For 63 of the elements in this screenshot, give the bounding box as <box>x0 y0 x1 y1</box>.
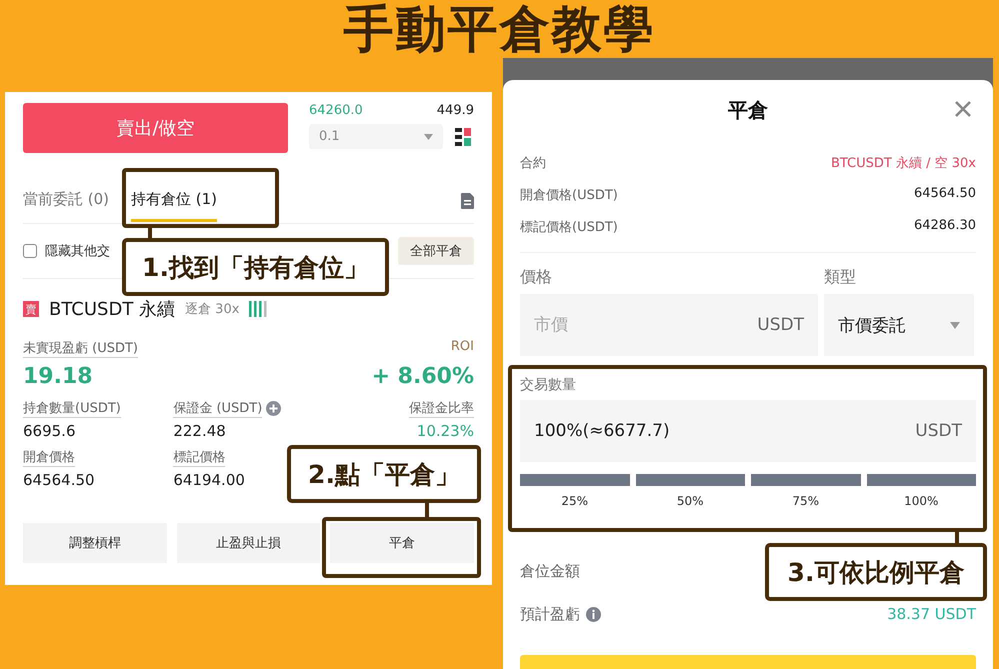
order-book-price: 64260.0 <box>309 103 363 118</box>
close-button[interactable] <box>954 100 972 118</box>
position-value-label: 倉位金額 <box>520 562 580 581</box>
stat-value: 64194.00 <box>173 471 245 489</box>
caret-icon <box>950 322 960 328</box>
stat-label: 保證金 (USDT) <box>173 399 262 418</box>
symbol-name: BTCUSDT 永續 <box>49 298 176 321</box>
pnl-label: 未實現盈虧 (USDT) <box>23 339 138 358</box>
field-label: 價格 <box>520 267 553 288</box>
field-label: 類型 <box>824 267 857 288</box>
quantity-field[interactable]: 100%(≈6677.7) USDT <box>520 400 976 462</box>
callout-label: 1.找到「持有倉位」 <box>122 238 389 296</box>
stat-label: 標記價格 <box>173 448 226 467</box>
field-label: 交易數量 <box>520 376 577 394</box>
side-badge: 賣 <box>23 301 39 317</box>
checkbox[interactable] <box>23 244 37 258</box>
stat-label: 保證金比率 <box>408 399 474 418</box>
percent-step[interactable]: 50% <box>636 474 745 508</box>
info-label: 標記價格(USDT) <box>520 219 618 236</box>
unit-label: USDT <box>915 421 962 441</box>
pnl-estimate-value: 38.37 USDT <box>887 605 976 624</box>
stat-label: 開倉價格 <box>23 448 75 467</box>
document-icon[interactable] <box>461 192 474 208</box>
pnl-value: 19.18 <box>23 364 93 389</box>
roi-value: + 8.60% <box>372 364 474 389</box>
order-book-layout-icon[interactable] <box>455 128 471 146</box>
tab[interactable]: 持有倉位 (1) <box>131 190 218 222</box>
stat-value: 222.48 <box>173 422 226 440</box>
callout-label: 3.可依比例平倉 <box>765 543 987 601</box>
action-button[interactable]: 調整槓桿 <box>23 523 167 563</box>
close-all-button[interactable]: 全部平倉 <box>398 237 474 265</box>
price-input[interactable]: 市價 <box>534 294 758 356</box>
action-button[interactable]: 止盈與止損 <box>176 523 320 563</box>
info-icon[interactable] <box>586 607 601 622</box>
order-book-amount: 449.9 <box>436 103 474 118</box>
stat-value: 10.23% <box>416 422 474 440</box>
price-field[interactable]: 市價 USDT <box>520 294 818 356</box>
percent-step[interactable]: 75% <box>751 474 860 508</box>
margin-mode: 逐倉 30x <box>185 301 240 318</box>
signal-bars-icon <box>249 301 268 317</box>
caret-icon <box>424 134 433 140</box>
action-button[interactable]: 平倉 <box>330 523 474 563</box>
roi-label: ROI <box>450 339 474 356</box>
percent-step[interactable]: 100% <box>866 474 976 508</box>
sell-short-button[interactable]: 賣出/做空 <box>23 103 288 153</box>
info-label: 開倉價格(USDT) <box>520 187 618 204</box>
pnl-estimate-label: 預計盈虧 <box>520 605 580 624</box>
info-value: 64286.30 <box>914 218 976 235</box>
plus-icon[interactable] <box>266 401 282 416</box>
order-type-select[interactable]: 市價委託 <box>824 294 974 356</box>
tab[interactable]: 當前委託 (0) <box>23 190 110 222</box>
stat-label: 持倉數量(USDT) <box>23 399 121 418</box>
sheet-title: 平倉 <box>728 96 768 124</box>
stat-value: 6695.6 <box>23 422 76 440</box>
checkbox-label: 隱藏其他交 <box>45 243 110 260</box>
callout-label: 2.點「平倉」 <box>287 445 481 503</box>
info-value: 64564.50 <box>914 186 976 203</box>
info-label: 合約 <box>520 155 546 172</box>
page-title: 手動平倉教學 <box>344 0 656 60</box>
stat-value: 64564.50 <box>23 471 95 489</box>
info-value: BTCUSDT 永續 / 空 30x <box>830 155 976 172</box>
percent-step[interactable]: 25% <box>520 474 630 508</box>
unit-label: USDT <box>757 315 804 335</box>
